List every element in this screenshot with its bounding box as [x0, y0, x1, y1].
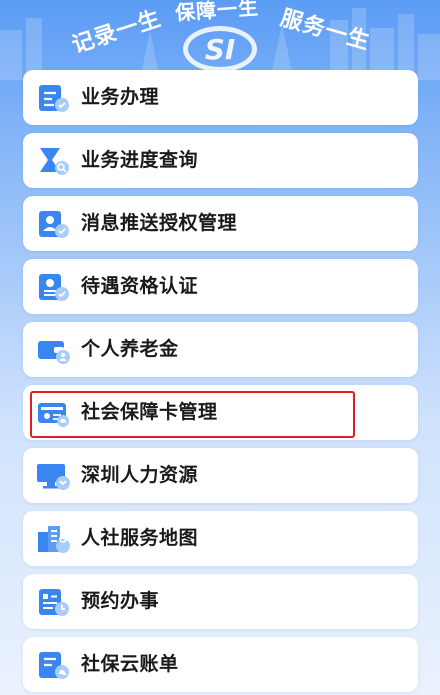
menu-item-label: 待遇资格认证: [81, 275, 199, 297]
menu-item-qualification-certification[interactable]: 待遇资格认证: [23, 259, 418, 314]
menu-item-label: 预约办事: [81, 590, 160, 612]
menu-item-human-resources[interactable]: 深圳人力资源: [23, 448, 418, 503]
qualification-certification-icon: [39, 274, 69, 301]
menu-item-cloud-bill[interactable]: 社保云账单: [23, 637, 418, 692]
menu-item-appointment[interactable]: 预约办事: [23, 574, 418, 629]
menu-item-label: 个人养老金: [81, 338, 179, 360]
human-resources-icon: [37, 464, 70, 490]
menu-item-label: 业务进度查询: [81, 149, 199, 171]
service-map-icon: [38, 526, 70, 553]
progress-query-icon: [40, 148, 69, 175]
menu-item-label: 社保云账单: [81, 653, 179, 675]
social-security-logo: SI: [183, 26, 257, 72]
menu-item-label: 社会保障卡管理: [81, 401, 218, 423]
business-handling-icon: [39, 85, 69, 112]
header-banner: 记录一生 保障一生 服务一生 SI: [0, 0, 440, 80]
menu-item-service-map[interactable]: 人社服务地图: [23, 511, 418, 566]
menu-item-label: 深圳人力资源: [81, 464, 199, 486]
menu-item-business-handling[interactable]: 业务办理: [23, 70, 418, 125]
personal-pension-icon: [38, 341, 70, 364]
menu-item-progress-query[interactable]: 业务进度查询: [23, 133, 418, 188]
appointment-icon: [39, 589, 69, 616]
menu-item-message-authorization[interactable]: 消息推送授权管理: [23, 196, 418, 251]
menu-item-label: 业务办理: [81, 86, 160, 108]
message-authorization-icon: [39, 211, 69, 238]
social-security-card-icon: [38, 403, 69, 427]
cloud-bill-icon: [39, 652, 69, 679]
menu-item-label: 消息推送授权管理: [81, 212, 238, 234]
menu-item-label: 人社服务地图: [81, 527, 199, 549]
menu-item-personal-pension[interactable]: 个人养老金: [23, 322, 418, 377]
menu-item-social-security-card[interactable]: 社会保障卡管理: [23, 385, 418, 440]
